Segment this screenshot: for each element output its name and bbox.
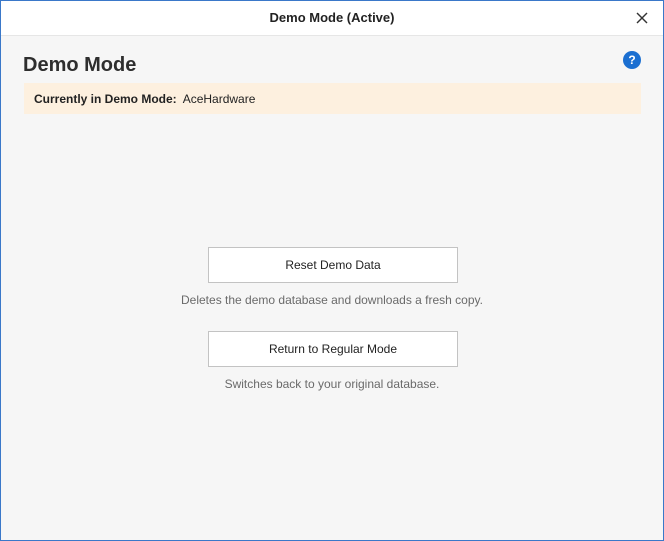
- demo-mode-window: Demo Mode (Active) Demo Mode ? Currently…: [0, 0, 664, 541]
- page-title: Demo Mode: [23, 54, 137, 76]
- reset-demo-data-description: Deletes the demo database and downloads …: [181, 293, 483, 307]
- banner-value: AceHardware: [182, 91, 256, 106]
- help-icon: ?: [628, 53, 636, 67]
- help-button[interactable]: ?: [623, 51, 641, 69]
- banner-label: Currently in Demo Mode:: [34, 91, 177, 106]
- window-title: Demo Mode (Active): [269, 10, 395, 25]
- demo-mode-banner: Currently in Demo Mode: AceHardware: [24, 83, 641, 114]
- close-button[interactable]: [629, 5, 655, 31]
- reset-demo-data-button[interactable]: Reset Demo Data: [208, 247, 458, 283]
- close-icon: [636, 12, 648, 24]
- return-to-regular-mode-description: Switches back to your original database.: [224, 377, 440, 391]
- title-bar: Demo Mode (Active): [1, 1, 663, 36]
- return-to-regular-mode-button[interactable]: Return to Regular Mode: [208, 331, 458, 367]
